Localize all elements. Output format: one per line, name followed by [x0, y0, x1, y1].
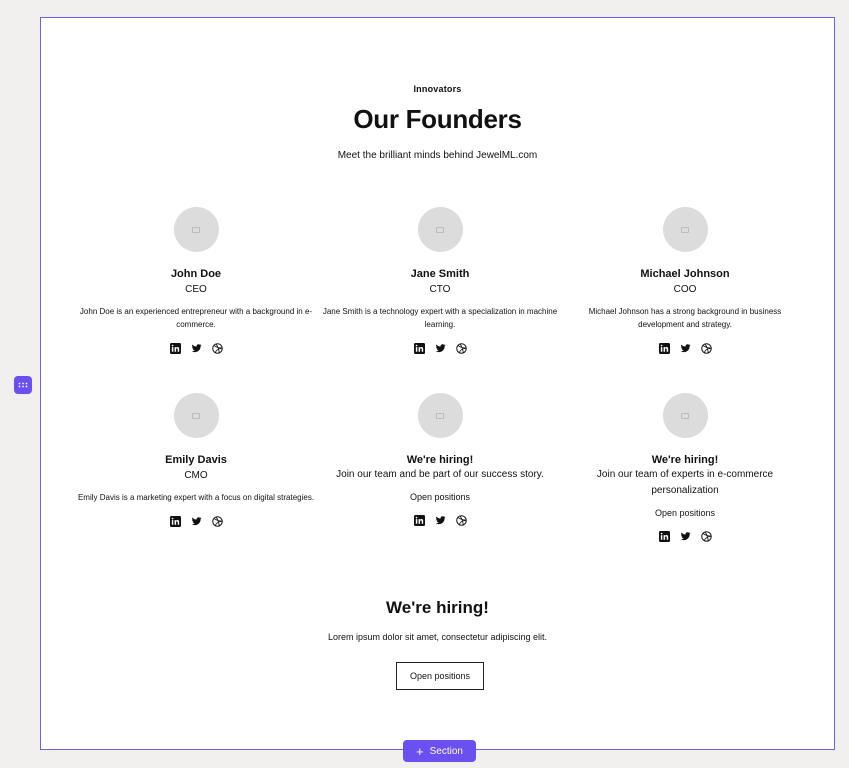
grid-dots-icon: [18, 382, 28, 388]
dribbble-icon[interactable]: [455, 343, 467, 354]
dribbble-icon[interactable]: [455, 515, 467, 526]
open-positions-link[interactable]: Open positions: [317, 491, 563, 503]
dribbble-icon[interactable]: [211, 516, 223, 527]
linkedin-icon[interactable]: [169, 343, 181, 354]
twitter-icon[interactable]: [435, 343, 446, 354]
image-icon: [192, 226, 200, 233]
image-icon: [681, 226, 689, 233]
social-links: [73, 343, 319, 354]
avatar: [173, 207, 219, 252]
founder-name: John Doe: [170, 268, 222, 280]
avatar: [662, 393, 708, 438]
linkedin-icon[interactable]: [169, 516, 181, 527]
hiring-card: We're hiring! Join our team and be part …: [317, 393, 563, 526]
founder-bio: John Doe is an experienced entrepreneur …: [79, 307, 313, 329]
social-links: [73, 516, 319, 527]
founder-card: Michael Johnson COO Michael Johnson has …: [562, 207, 808, 354]
founder-bio: Emily Davis is a marketing expert with a…: [77, 493, 315, 502]
founder-role: CEO: [185, 284, 207, 295]
social-links: [562, 531, 808, 542]
founder-role: COO: [673, 284, 697, 295]
image-icon: [436, 412, 444, 419]
linkedin-icon[interactable]: [413, 343, 425, 354]
page-subtitle: Meet the brilliant minds behind JewelML.…: [337, 150, 538, 161]
avatar: [417, 393, 463, 438]
hiring-title: We're hiring!: [406, 454, 474, 466]
twitter-icon[interactable]: [680, 343, 691, 354]
hiring-text: Join our team and be part of our success…: [336, 469, 544, 480]
dribbble-icon[interactable]: [700, 343, 712, 354]
avatar: [662, 207, 708, 252]
social-links: [317, 343, 563, 354]
founder-role: CTO: [429, 284, 451, 295]
linkedin-icon[interactable]: [658, 531, 670, 542]
eyebrow-label: Innovators: [413, 84, 462, 94]
cta-text: Lorem ipsum dolor sit amet, consectetur …: [327, 632, 548, 642]
dribbble-icon[interactable]: [700, 531, 712, 542]
linkedin-icon[interactable]: [413, 515, 425, 526]
twitter-icon[interactable]: [680, 531, 691, 542]
social-links: [317, 515, 563, 526]
page-title: Our Founders: [353, 104, 522, 134]
hiring-title: We're hiring!: [651, 454, 719, 466]
founder-name: Michael Johnson: [640, 268, 730, 280]
founder-bio: Michael Johnson has a strong background …: [588, 307, 782, 329]
social-links: [562, 343, 808, 354]
founder-name: Emily Davis: [165, 454, 227, 466]
image-icon: [681, 412, 689, 419]
open-positions-button[interactable]: Open positions: [396, 662, 484, 690]
founder-bio: Jane Smith is a technology expert with a…: [322, 307, 558, 329]
founder-role: CMO: [184, 470, 208, 481]
plus-icon: +: [416, 743, 424, 759]
twitter-icon[interactable]: [191, 516, 202, 527]
hiring-card: We're hiring! Join our team of experts i…: [562, 393, 808, 542]
add-section-button[interactable]: + Section: [403, 740, 476, 762]
founder-card: John Doe CEO John Doe is an experienced …: [73, 207, 319, 354]
add-section-label: Section: [429, 745, 463, 757]
image-icon: [436, 226, 444, 233]
twitter-icon[interactable]: [191, 343, 202, 354]
linkedin-icon[interactable]: [658, 343, 670, 354]
avatar: [417, 207, 463, 252]
hiring-text: Join our team of experts in e-commerce p…: [596, 469, 774, 496]
founder-name: Jane Smith: [410, 268, 470, 280]
section-canvas[interactable]: Innovators Our Founders Meet the brillia…: [40, 17, 835, 750]
avatar: [173, 393, 219, 438]
dribbble-icon[interactable]: [211, 343, 223, 354]
cta-title: We're hiring!: [386, 598, 489, 617]
founder-card: Jane Smith CTO Jane Smith is a technolog…: [317, 207, 563, 354]
drag-handle-button[interactable]: [14, 376, 32, 394]
twitter-icon[interactable]: [435, 515, 446, 526]
founder-card: Emily Davis CMO Emily Davis is a marketi…: [73, 393, 319, 527]
image-icon: [192, 412, 200, 419]
open-positions-link[interactable]: Open positions: [562, 507, 808, 519]
